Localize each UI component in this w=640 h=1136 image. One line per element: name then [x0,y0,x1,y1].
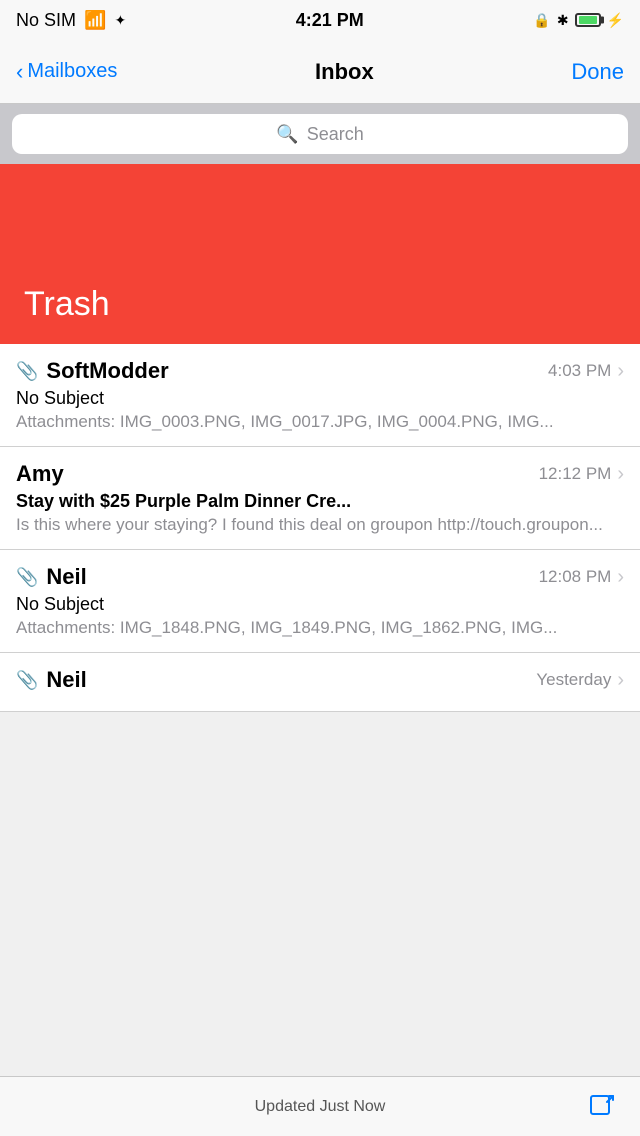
list-item[interactable]: 📎 SoftModder 4:03 PM › No Subject Attach… [0,344,640,447]
email-header: 📎 Neil 12:08 PM › [16,564,624,590]
compose-button[interactable] [588,1093,616,1121]
search-bar[interactable]: 🔍 Search [12,114,628,154]
time-row: 12:12 PM › [539,463,624,486]
wifi-icon: 📶 [84,10,106,31]
search-placeholder: Search [307,124,364,145]
email-header: 📎 Neil Yesterday › [16,667,624,693]
email-chevron-icon: › [617,360,624,383]
email-subject: Stay with $25 Purple Palm Dinner Cre... [16,491,624,512]
bluetooth-icon: ✱ [557,12,569,29]
attachment-icon: 📎 [16,361,38,382]
email-sender: Neil [46,564,86,590]
email-sender: Neil [46,667,86,693]
lock-icon: 🔒 [533,12,550,29]
battery-fill [579,16,597,24]
trash-label: Trash [24,285,110,324]
search-icon: 🔍 [276,124,298,145]
charging-icon: ⚡ [607,12,624,29]
email-time: 12:08 PM [539,567,612,587]
email-subject: No Subject [16,594,624,615]
email-time: Yesterday [536,670,611,690]
email-chevron-icon: › [617,566,624,589]
time-row: 4:03 PM › [548,360,624,383]
email-subject: No Subject [16,388,624,409]
signal-icon: ✦ [114,12,126,29]
carrier-label: No SIM [16,10,76,31]
back-label[interactable]: Mailboxes [27,60,117,83]
sender-row: Amy [16,461,64,487]
search-container: 🔍 Search [0,104,640,164]
trash-action-button[interactable]: Trash [0,164,640,344]
status-bar-time: 4:21 PM [296,10,364,31]
email-header: Amy 12:12 PM › [16,461,624,487]
status-bar-right: 🔒 ✱ ⚡ [533,12,624,29]
nav-bar: ‹ Mailboxes Inbox Done [0,40,640,104]
email-sender: Amy [16,461,64,487]
time-row: 12:08 PM › [539,566,624,589]
list-item[interactable]: 📎 Neil Yesterday › [0,653,640,712]
updated-status: Updated Just Now [52,1098,588,1116]
email-time: 4:03 PM [548,361,611,381]
email-time: 12:12 PM [539,464,612,484]
back-button[interactable]: ‹ Mailboxes [16,60,117,83]
attachment-icon: 📎 [16,670,38,691]
battery-icon [575,13,601,27]
list-item[interactable]: 📎 Neil 12:08 PM › No Subject Attachments… [0,550,640,653]
back-chevron-icon: ‹ [16,61,23,83]
email-preview: Attachments: IMG_0003.PNG, IMG_0017.JPG,… [16,412,624,432]
status-bar: No SIM 📶 ✦ 4:21 PM 🔒 ✱ ⚡ [0,0,640,40]
email-preview: Is this where your staying? I found this… [16,515,624,535]
email-list: 📎 SoftModder 4:03 PM › No Subject Attach… [0,344,640,712]
email-chevron-icon: › [617,669,624,692]
done-button[interactable]: Done [571,59,624,85]
attachment-icon: 📎 [16,567,38,588]
sender-row: 📎 SoftModder [16,358,169,384]
time-row: Yesterday › [536,669,624,692]
email-preview: Attachments: IMG_1848.PNG, IMG_1849.PNG,… [16,618,624,638]
sender-row: 📎 Neil [16,667,87,693]
battery-tip [601,17,604,24]
page-title: Inbox [315,59,374,85]
compose-icon [588,1093,616,1121]
bottom-bar: Updated Just Now [0,1076,640,1136]
sender-row: 📎 Neil [16,564,87,590]
email-header: 📎 SoftModder 4:03 PM › [16,358,624,384]
email-sender: SoftModder [46,358,168,384]
status-bar-left: No SIM 📶 ✦ [16,10,126,31]
list-item[interactable]: Amy 12:12 PM › Stay with $25 Purple Palm… [0,447,640,550]
email-chevron-icon: › [617,463,624,486]
